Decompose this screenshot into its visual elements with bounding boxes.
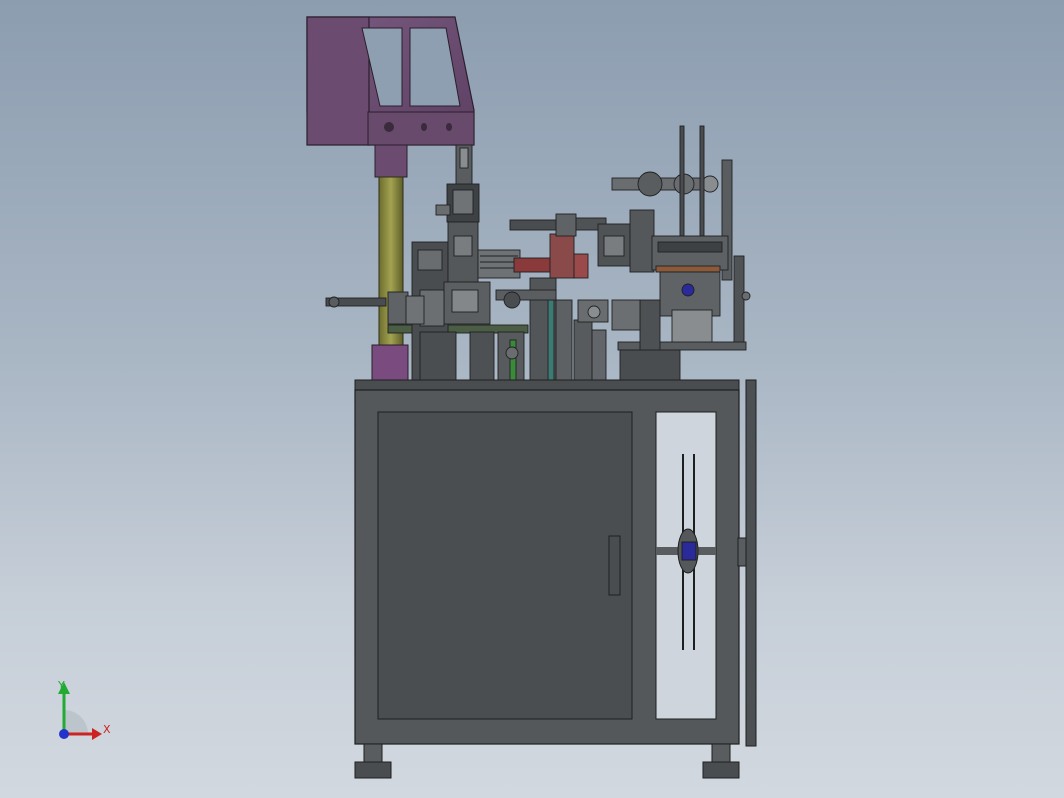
support-column xyxy=(371,144,409,381)
top-hood xyxy=(306,16,475,146)
coordinate-triad: X Y xyxy=(40,672,130,752)
y-axis-label: Y xyxy=(58,679,65,692)
z-axis-icon xyxy=(59,729,69,739)
machine-cabinet[interactable] xyxy=(354,379,757,779)
cad-viewport[interactable]: X Y xyxy=(0,0,1064,798)
machine-model[interactable] xyxy=(0,0,1064,798)
x-axis-label: X xyxy=(103,723,111,736)
cabinet-door-left[interactable] xyxy=(377,411,633,720)
door-handle[interactable] xyxy=(608,535,621,596)
